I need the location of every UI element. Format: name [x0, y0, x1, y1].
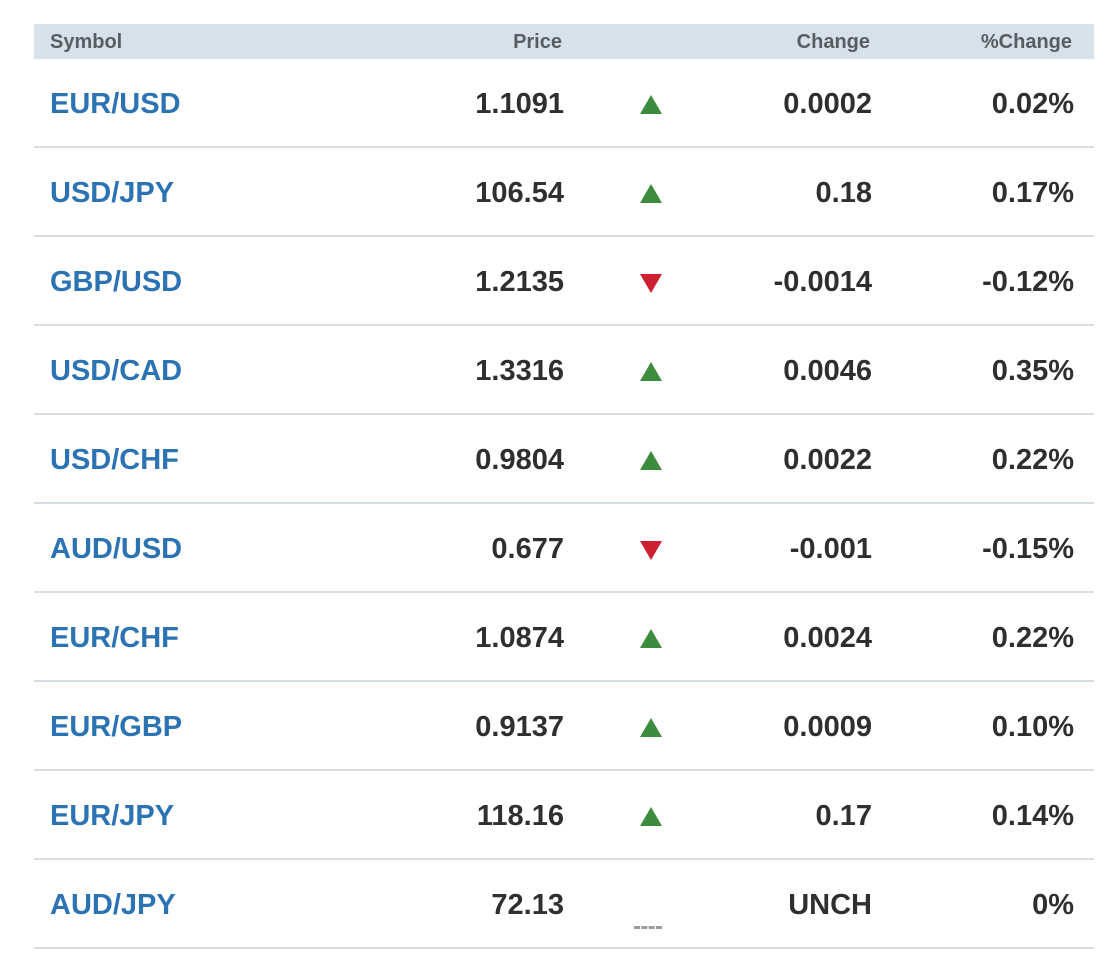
price-value: 1.2135	[475, 266, 564, 298]
symbol-link[interactable]: EUR/JPY	[50, 798, 174, 834]
up-arrow-icon	[640, 451, 662, 470]
change-value: 0.18	[815, 177, 872, 209]
table-row: USD/CHF 0.9804 0.0022 0.22%	[34, 415, 1094, 504]
price-value: 0.677	[491, 533, 564, 565]
change-value: -0.0014	[773, 266, 872, 298]
price-value: 72.13	[491, 889, 564, 921]
symbol-link[interactable]: EUR/USD	[50, 86, 181, 122]
table-row: EUR/CHF 1.0874 0.0024 0.22%	[34, 593, 1094, 682]
up-arrow-icon	[640, 95, 662, 114]
pct-change-value: 0.17%	[991, 177, 1074, 209]
change-value: 0.0002	[783, 88, 872, 120]
change-value: 0.17	[815, 800, 872, 832]
table-row: EUR/GBP 0.9137 0.0009 0.10%	[34, 682, 1094, 771]
table-row: USD/JPY 106.54 0.18 0.17%	[34, 148, 1094, 237]
price-value: 1.0874	[475, 622, 564, 654]
down-arrow-icon	[640, 541, 662, 560]
pct-change-value: -0.12%	[982, 266, 1074, 298]
symbol-link[interactable]: GBP/USD	[50, 264, 182, 300]
unchanged-dash-icon	[634, 926, 662, 929]
column-header-symbol[interactable]: Symbol	[50, 24, 122, 61]
symbol-link[interactable]: AUD/JPY	[50, 887, 176, 923]
symbol-link[interactable]: AUD/USD	[50, 531, 182, 567]
pct-change-value: -0.15%	[982, 533, 1074, 565]
pct-change-value: 0.22%	[991, 622, 1074, 654]
change-value: UNCH	[788, 889, 872, 921]
change-value: 0.0046	[783, 355, 872, 387]
up-arrow-icon	[640, 807, 662, 826]
table-row: EUR/JPY 118.16 0.17 0.14%	[34, 771, 1094, 860]
change-value: -0.001	[789, 533, 872, 565]
price-value: 118.16	[476, 800, 564, 832]
table-row: AUD/JPY 72.13 UNCH 0%	[34, 860, 1094, 949]
change-value: 0.0024	[783, 622, 872, 654]
pct-change-value: 0.22%	[991, 444, 1074, 476]
price-value: 106.54	[475, 177, 564, 209]
table-row: EUR/USD 1.1091 0.0002 0.02%	[34, 59, 1094, 148]
table-row: USD/CAD 1.3316 0.0046 0.35%	[34, 326, 1094, 415]
up-arrow-icon	[640, 718, 662, 737]
table-header: Symbol Price Change %Change	[34, 24, 1094, 59]
price-value: 0.9137	[475, 711, 564, 743]
pct-change-value: 0%	[1032, 889, 1074, 921]
table-row: AUD/USD 0.677 -0.001 -0.15%	[34, 504, 1094, 593]
up-arrow-icon	[640, 629, 662, 648]
price-value: 1.1091	[475, 88, 564, 120]
symbol-link[interactable]: EUR/GBP	[50, 709, 182, 745]
column-header-price[interactable]: Price	[513, 24, 562, 61]
price-value: 1.3316	[475, 355, 564, 387]
symbol-link[interactable]: USD/CHF	[50, 442, 179, 478]
pct-change-value: 0.14%	[991, 800, 1074, 832]
table-body: EUR/USD 1.1091 0.0002 0.02% USD/JPY 106.54 0.1…	[34, 59, 1094, 949]
down-arrow-icon	[640, 274, 662, 293]
symbol-link[interactable]: USD/JPY	[50, 175, 174, 211]
change-value: 0.0022	[783, 444, 872, 476]
change-value: 0.0009	[783, 711, 872, 743]
column-header-pct-change[interactable]: %Change	[981, 24, 1072, 61]
currency-quotes-table: Symbol Price Change %Change EUR/USD 1.109…	[34, 24, 1094, 949]
pct-change-value: 0.02%	[991, 88, 1074, 120]
price-value: 0.9804	[475, 444, 564, 476]
symbol-link[interactable]: USD/CAD	[50, 353, 182, 389]
pct-change-value: 0.10%	[991, 711, 1074, 743]
table-row: GBP/USD 1.2135 -0.0014 -0.12%	[34, 237, 1094, 326]
symbol-link[interactable]: EUR/CHF	[50, 620, 179, 656]
up-arrow-icon	[640, 184, 662, 203]
up-arrow-icon	[640, 362, 662, 381]
column-header-change[interactable]: Change	[797, 24, 870, 61]
pct-change-value: 0.35%	[991, 355, 1074, 387]
